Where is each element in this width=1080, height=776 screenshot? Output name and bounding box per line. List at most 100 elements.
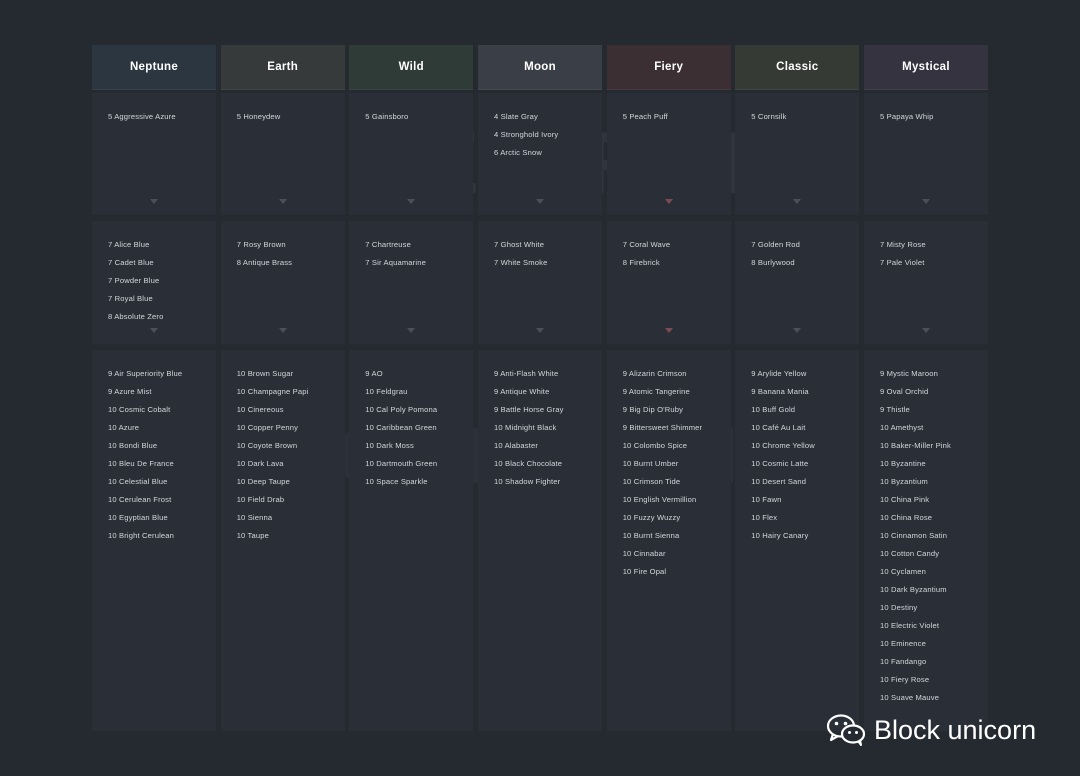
column-fiery: Fiery 5 Peach Puff 7 Coral Wave 8 Firebrick…: [606, 45, 731, 731]
list-item: 10 Cinnamon Satin: [880, 531, 948, 540]
list-item: 7 White Smoke: [494, 258, 548, 267]
super-rare-cell: 5 Aggressive Azure: [92, 93, 216, 215]
super-rare-list: 4 Slate Gray 4 Stronghold Ivory 6 Arctic S…: [494, 108, 598, 162]
list-item: 9 Anti-Flash White: [494, 369, 559, 378]
common-cell: 9 Mystic Maroon 9 Oval Orchid 9 Thistle 10 …: [864, 350, 988, 731]
chevron-down-icon: [407, 199, 416, 204]
common-list: 9 Anti-Flash White 9 Antique White 9 Battl…: [494, 365, 598, 491]
rare-list: 7 Chartreuse 7 Sir Aquamarine: [365, 236, 469, 272]
list-item: 10 Baker-Miller Pink: [880, 441, 951, 450]
list-item: 10 Bondi Blue: [108, 441, 158, 450]
list-item: 10 Celestial Blue: [108, 477, 168, 486]
list-item: 10 Black Chocolate: [494, 459, 563, 468]
rare-list: 7 Misty Rose 7 Pale Violet: [880, 236, 984, 272]
list-item: 8 Antique Brass: [236, 258, 293, 267]
list-item: 10 Feldgrau: [365, 387, 408, 396]
list-item: 10 Midnight Black: [494, 423, 557, 432]
list-item: 10 Field Drab: [236, 495, 285, 504]
list-item: 10 Cosmic Cobalt: [108, 405, 171, 414]
list-item: 9 Azure Mist: [108, 387, 152, 396]
super-rare-cell: 5 Gainsboro: [349, 93, 474, 215]
list-item: 10 Flex: [751, 513, 778, 522]
common-cell: 10 Brown Sugar 10 Champagne Papi 10 Cinere…: [220, 350, 345, 731]
list-item: 10 Azure: [108, 423, 140, 432]
list-item: 10 China Pink: [880, 495, 930, 504]
rarity-board: Neptune 5 Aggressive Azure 7 Alice Blue 7 C…: [92, 45, 988, 731]
common-list: 9 Alizarin Crimson 9 Atomic Tangerine 9 Bi…: [623, 365, 727, 581]
list-item: 10 Cosmic Latte: [751, 459, 809, 468]
list-item: 7 Ghost White: [494, 240, 545, 249]
super-rare-list: 5 Peach Puff: [623, 108, 727, 126]
common-cell: 9 Alizarin Crimson 9 Atomic Tangerine 9 Bi…: [606, 350, 731, 731]
chevron-down-icon: [922, 328, 930, 333]
list-item: 7 Coral Wave: [622, 240, 671, 249]
list-item: 9 Battle Horse Gray: [494, 405, 564, 414]
list-item: 10 China Rose: [880, 513, 933, 522]
list-item: 5 Papaya Whip: [880, 112, 934, 121]
rare-list: 7 Ghost White 7 White Smoke: [494, 236, 598, 272]
list-item: 10 Chrome Yellow: [751, 441, 815, 450]
list-item: 9 Thistle: [880, 405, 910, 414]
list-item: 9 Bittersweet Shimmer: [622, 423, 703, 432]
common-cell: 9 AO 10 Feldgrau 10 Cal Poly Pomona 10 Cari…: [349, 350, 474, 731]
list-item: 10 Fuzzy Wuzzy: [622, 513, 681, 522]
list-item: 10 Burnt Umber: [622, 459, 679, 468]
chevron-down-icon: [150, 328, 158, 333]
rare-cell: 7 Chartreuse 7 Sir Aquamarine: [349, 221, 474, 344]
rare-cell: 7 Alice Blue 7 Cadet Blue 7 Powder Blue 7 R…: [92, 221, 216, 344]
super-rare-cell: 5 Peach Puff: [606, 93, 731, 215]
list-item: 10 Deep Taupe: [236, 477, 291, 486]
list-item: 10 Champagne Papi: [236, 387, 309, 396]
list-item: 9 Atomic Tangerine: [622, 387, 690, 396]
super-rare-list: 5 Honeydew: [237, 108, 341, 126]
column-classic: Classic 5 Cornsilk 7 Golden Rod 8 Burlywood…: [735, 45, 860, 731]
super-rare-cell: 5 Papaya Whip: [864, 93, 988, 215]
column-header: Mystical: [864, 45, 988, 90]
common-cell: 9 Air Superiority Blue 9 Azure Mist 10 Cos…: [92, 350, 216, 731]
list-item: 10 Café Au Lait: [751, 423, 806, 432]
list-item: 10 Cinereous: [236, 405, 284, 414]
column-neptune: Neptune 5 Aggressive Azure 7 Alice Blue 7 C…: [92, 45, 216, 731]
list-item: 10 Destiny: [880, 603, 918, 612]
rare-list: 7 Coral Wave 8 Firebrick: [623, 236, 727, 272]
list-item: 10 Colombo Spice: [622, 441, 688, 450]
chevron-down-icon: [278, 199, 287, 204]
list-item: 5 Honeydew: [236, 112, 281, 121]
list-item: 10 Suave Mauve: [880, 693, 940, 702]
chevron-down-icon: [664, 328, 673, 333]
super-rare-list: 5 Cornsilk: [751, 108, 855, 126]
common-list: 9 AO 10 Feldgrau 10 Cal Poly Pomona 10 Cari…: [365, 365, 469, 491]
list-item: 10 Space Sparkle: [365, 477, 428, 486]
column-header: Wild: [349, 45, 474, 90]
list-item: 8 Absolute Zero: [108, 312, 164, 321]
list-item: 7 Rosy Brown: [236, 240, 286, 249]
chevron-down-icon: [793, 328, 802, 333]
list-item: 4 Slate Gray: [494, 112, 539, 121]
list-item: 10 Cyclamen: [880, 567, 926, 576]
super-rare-cell: 4 Slate Gray 4 Stronghold Ivory 6 Arctic S…: [478, 93, 602, 215]
list-item: 10 Buff Gold: [751, 405, 796, 414]
column-header: Classic: [735, 45, 860, 90]
rare-list: 7 Golden Rod 8 Burlywood: [751, 236, 855, 272]
brand-name: Block unicorn: [874, 714, 1037, 745]
list-item: 6 Arctic Snow: [494, 148, 542, 157]
chevron-down-icon: [150, 199, 158, 204]
list-item: 10 Byzantine: [880, 459, 926, 468]
list-item: 9 Alizarin Crimson: [622, 369, 687, 378]
column-header: Fiery: [606, 45, 731, 90]
list-item: 10 Sienna: [236, 513, 273, 522]
common-list: 9 Arylide Yellow 9 Banana Mania 10 Buff Go…: [751, 365, 855, 545]
rare-cell: 7 Coral Wave 8 Firebrick: [606, 221, 731, 344]
list-item: 7 Royal Blue: [108, 294, 153, 303]
rare-list: 7 Alice Blue 7 Cadet Blue 7 Powder Blue 7 R…: [108, 236, 212, 326]
list-item: 7 Alice Blue: [108, 240, 150, 249]
list-item: 10 Fawn: [751, 495, 782, 504]
list-item: 10 English Vermillion: [622, 495, 697, 504]
list-item: 10 Bright Cerulean: [108, 531, 175, 540]
rare-cell: 7 Misty Rose 7 Pale Violet: [864, 221, 988, 344]
chevron-down-icon: [278, 328, 287, 333]
list-item: 10 Cotton Candy: [880, 549, 940, 558]
list-item: 9 Mystic Maroon: [880, 369, 938, 378]
column-moon: Moon 4 Slate Gray 4 Stronghold Ivory 6 Arct…: [478, 45, 602, 731]
list-item: 9 Big Dip O'Ruby: [622, 405, 684, 414]
